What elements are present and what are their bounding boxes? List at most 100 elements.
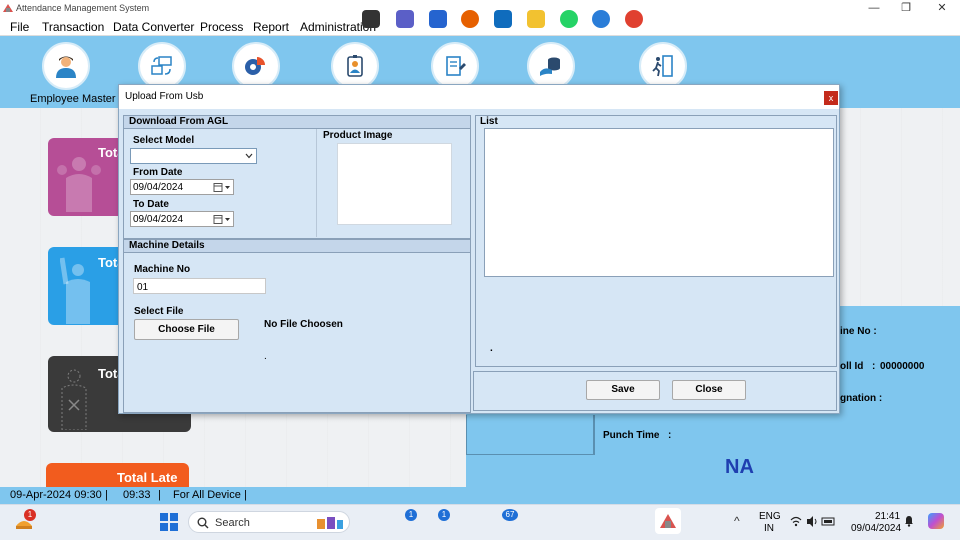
search-placeholder: Search	[215, 517, 250, 529]
select-model-dropdown[interactable]	[130, 148, 257, 164]
punch-time-label: Punch Time	[603, 430, 660, 441]
dialog-close-button[interactable]: x	[824, 91, 838, 105]
choose-file-button[interactable]: Choose File	[134, 319, 239, 340]
punch-time-separator: :	[668, 430, 672, 441]
attendance-app-taskbar-button[interactable]	[655, 508, 681, 534]
select-file-label: Select File	[134, 306, 184, 317]
app-icon	[3, 4, 13, 12]
from-date-label: From Date	[133, 167, 183, 178]
toolbar-chart-button[interactable]	[232, 42, 280, 90]
menu-bar: File Transaction Data Converter Process …	[0, 17, 960, 36]
dialog-title: Upload From Usb	[125, 91, 204, 102]
machine-details-header: Machine Details	[124, 240, 470, 253]
list-header: List	[480, 116, 498, 127]
download-group-header: Download From AGL	[124, 116, 470, 129]
weather-badge: 1	[24, 509, 36, 521]
employee-master-label: Employee Master	[30, 93, 116, 105]
window-title: Attendance Management System	[16, 3, 150, 13]
select-model-label: Select Model	[133, 135, 195, 146]
restore-button[interactable]: ❐	[888, 0, 924, 17]
remote-app-icon[interactable]	[592, 10, 610, 28]
task-view-icon[interactable]	[362, 10, 380, 28]
machine-no-input[interactable]: 01	[133, 278, 266, 294]
toolbar-document-button[interactable]	[431, 42, 479, 90]
tray-overflow-chevron[interactable]: ^	[734, 514, 740, 528]
group-divider	[316, 129, 317, 237]
todo-icon[interactable]	[429, 10, 447, 28]
from-date-value: 09/04/2024	[133, 182, 184, 193]
mail-badge: 67	[502, 509, 518, 521]
product-image-label: Product Image	[323, 130, 393, 141]
firefox-icon[interactable]	[461, 10, 479, 28]
divider	[594, 415, 595, 455]
teams-badge: 1	[405, 509, 417, 521]
group-people-icon	[57, 157, 101, 212]
mail-icon[interactable]	[494, 10, 512, 28]
taskbar-search-box[interactable]: Search	[188, 511, 350, 533]
save-button[interactable]: Save	[586, 380, 660, 400]
file-status-text: No File Choosen	[264, 319, 343, 330]
toolbar-sync-button[interactable]	[138, 42, 186, 90]
card-title-late: Total Late	[117, 470, 178, 485]
teams-icon[interactable]	[396, 10, 414, 28]
upload-from-usb-dialog: Upload From Usb x Download From AGL Sele…	[118, 84, 840, 414]
calendar-icon[interactable]	[213, 183, 231, 192]
minimize-button[interactable]: —	[856, 0, 892, 17]
window-close-button[interactable]: ✕	[924, 0, 960, 17]
chevron-down-icon	[245, 153, 253, 159]
dialog-titlebar: Upload From Usb x	[119, 85, 839, 109]
to-date-value: 09/04/2024	[133, 214, 184, 225]
todo-badge: 1	[438, 509, 450, 521]
menu-process[interactable]: Process	[200, 20, 243, 34]
copilot-icon[interactable]	[928, 513, 944, 529]
person-raised-hand-icon	[60, 257, 90, 324]
clock-time[interactable]: 21:41	[875, 511, 900, 522]
status-device: For All Device	[173, 489, 241, 501]
notification-bell-icon[interactable]	[904, 515, 914, 527]
windows-start-icon[interactable]	[160, 513, 178, 531]
language-line-1[interactable]: ENG	[759, 511, 781, 522]
roll-id-value: 00000000	[880, 361, 925, 372]
toolbar-exit-button[interactable]	[639, 42, 687, 90]
file-explorer-icon[interactable]	[527, 10, 545, 28]
status-time: 09:33	[123, 489, 151, 501]
machine-no-value: 01	[137, 282, 149, 293]
language-line-2: IN	[764, 523, 774, 534]
search-highlight-icon	[317, 517, 343, 529]
na-text: NA	[725, 456, 754, 478]
menu-file[interactable]: File	[10, 20, 29, 34]
status-bar: 09-Apr-2024 09:30 | 09:33 | For All Devi…	[0, 487, 960, 504]
id-badge-icon	[347, 55, 363, 77]
to-date-label: To Date	[133, 199, 169, 210]
chrome-icon[interactable]	[625, 10, 643, 28]
toolbar-idcard-button[interactable]	[331, 42, 379, 90]
file-status-dot: .	[264, 351, 267, 362]
absent-person-icon	[61, 369, 87, 430]
whatsapp-icon[interactable]	[560, 10, 578, 28]
roll-id-separator: :	[872, 361, 876, 372]
database-icon	[540, 57, 560, 76]
menu-transaction[interactable]: Transaction	[42, 20, 104, 34]
toolbar-database-button[interactable]	[527, 42, 575, 90]
employee-icon	[56, 56, 76, 78]
calendar-icon[interactable]	[213, 215, 231, 224]
from-date-picker[interactable]: 09/04/2024	[130, 179, 234, 195]
clock-date[interactable]: 09/04/2024	[851, 523, 901, 534]
menu-data-converter[interactable]: Data Converter	[113, 20, 194, 34]
status-separator-3: |	[244, 489, 247, 501]
list-box[interactable]	[484, 128, 834, 277]
menu-report[interactable]: Report	[253, 20, 289, 34]
system-tray-icons[interactable]	[790, 515, 836, 528]
list-dot: .	[490, 343, 493, 354]
to-date-picker[interactable]: 09/04/2024	[130, 211, 234, 227]
roll-id-label: oll Id	[840, 361, 864, 372]
employee-master-button[interactable]	[42, 42, 90, 90]
close-button[interactable]: Close	[672, 380, 746, 400]
designation-label: gnation :	[840, 393, 883, 404]
employee-photo-box	[466, 415, 594, 455]
document-icon	[446, 56, 466, 76]
chart-icon	[245, 57, 265, 75]
search-icon	[197, 517, 209, 529]
status-separator-1: |	[105, 489, 108, 501]
attendance-app-icon	[660, 514, 676, 528]
